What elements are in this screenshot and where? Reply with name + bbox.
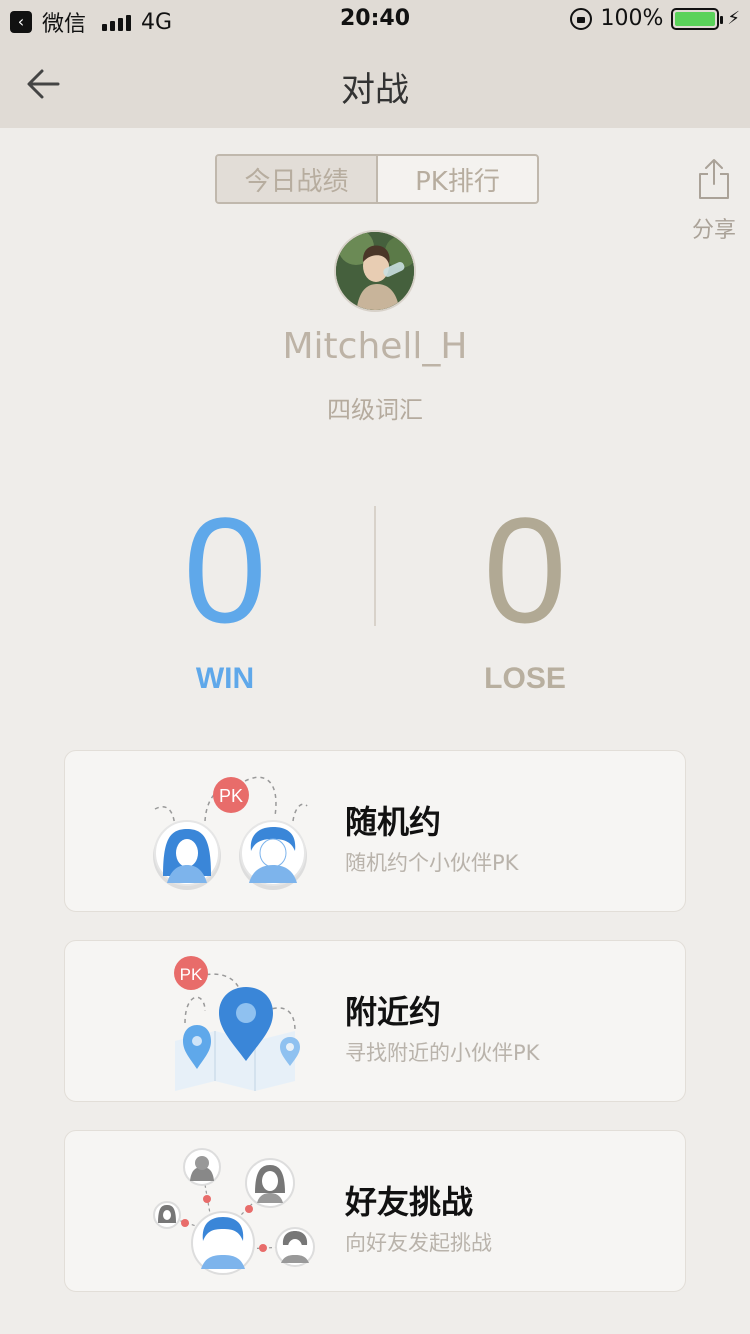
- random-match-icon: PK: [153, 776, 308, 890]
- friend-challenge-subtitle: 向好友发起挑战: [345, 1231, 492, 1255]
- username: Mitchell_H: [282, 326, 468, 367]
- battery-icon: [671, 7, 724, 30]
- friend-challenge-icon: [153, 1148, 315, 1275]
- friend-challenge-card[interactable]: 好友挑战 向好友发起挑战: [64, 1130, 686, 1292]
- page-title: 对战: [341, 70, 409, 110]
- random-match-subtitle: 随机约个小伙伴PK: [345, 851, 519, 875]
- status-bar: ‹ 微信 4G 20:40 100% ⚡: [0, 0, 750, 40]
- svg-text:PK: PK: [219, 786, 243, 806]
- share-icon: [699, 159, 729, 199]
- vocab-level: 四级词汇: [327, 396, 423, 424]
- friend-challenge-title: 好友挑战: [345, 1183, 474, 1221]
- random-match-title: 随机约: [345, 803, 442, 841]
- share-label: 分享: [691, 218, 736, 243]
- tab-pk-ranking[interactable]: PK排行: [378, 156, 537, 202]
- lose-label: LOSE: [484, 662, 566, 695]
- nearby-match-subtitle: 寻找附近的小伙伴PK: [345, 1041, 540, 1065]
- battery-percent: 100%: [600, 6, 664, 31]
- share-button[interactable]: 分享: [688, 158, 740, 244]
- lose-count: 0: [483, 486, 567, 654]
- win-score: 0 WIN: [75, 490, 375, 696]
- tab-today-record[interactable]: 今日战绩: [217, 156, 378, 202]
- lose-score: 0 LOSE: [375, 490, 675, 696]
- charging-icon: ⚡: [727, 8, 740, 29]
- win-label: WIN: [195, 662, 255, 695]
- nearby-match-icon: PK: [174, 956, 300, 1091]
- random-match-card[interactable]: PK 随机约 随机约个小伙伴PK: [64, 750, 686, 912]
- nearby-match-card[interactable]: PK 附近约 寻找附近的小伙伴PK: [64, 940, 686, 1102]
- user-photo: [336, 232, 414, 310]
- nearby-match-title: 附近约: [345, 993, 442, 1031]
- avatar[interactable]: [334, 230, 416, 312]
- segmented-tabs: 今日战绩 PK排行: [215, 154, 539, 204]
- rotation-lock-icon: [570, 7, 593, 30]
- svg-text:PK: PK: [180, 965, 203, 984]
- win-count: 0: [183, 486, 267, 654]
